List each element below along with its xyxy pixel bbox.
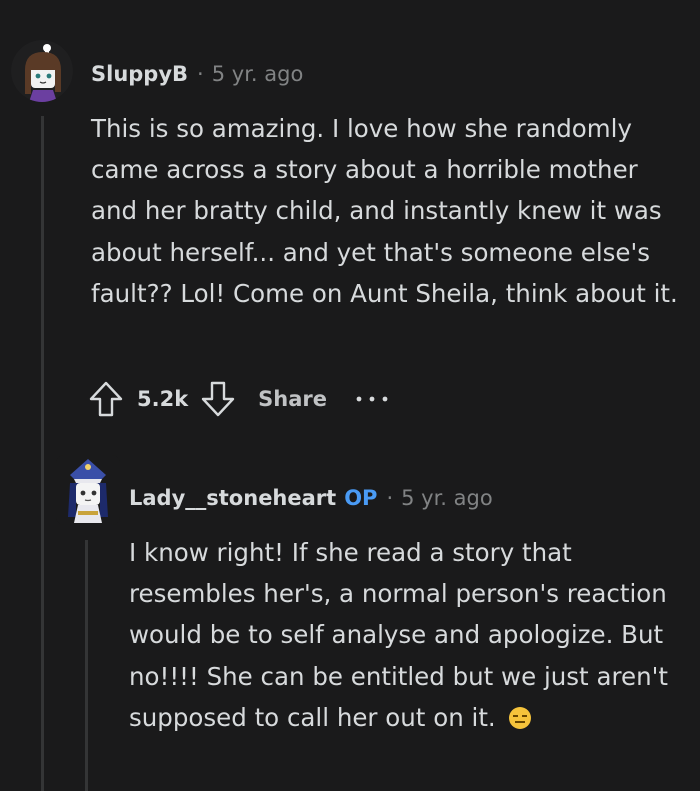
comment-meta: SluppyB · 5 yr. ago [91,62,303,86]
downvote-icon [201,381,235,417]
avatar[interactable] [11,40,73,102]
thread-line-reply[interactable] [85,540,88,791]
comment-text: I know right! If she read a story that r… [129,532,669,742]
comment-text-content: I know right! If she read a story that r… [129,538,668,732]
share-button[interactable]: Share [258,387,327,411]
separator-dot: · [386,486,394,510]
upvote-button[interactable] [88,380,124,418]
author-name[interactable]: Lady__stoneheart [129,486,336,510]
comment-text: This is so amazing. I love how she rando… [91,114,678,308]
comment-actions: 5.2k Share [88,380,389,418]
vote-score: 5.2k [137,387,189,411]
separator-dot: · [197,62,204,86]
upvote-icon [89,381,123,417]
expressionless-face-emoji [508,701,532,742]
timestamp[interactable]: 5 yr. ago [212,62,304,86]
comment-body: I know right! If she read a story that r… [129,532,669,742]
thread-line[interactable] [41,116,44,791]
author-name[interactable]: SluppyB [91,62,188,86]
comment-meta: Lady__stoneheart OP · 5 yr. ago [129,486,493,510]
avatar[interactable] [56,455,120,525]
downvote-button[interactable] [200,380,236,418]
op-badge: OP [344,486,378,510]
timestamp[interactable]: 5 yr. ago [401,486,493,510]
more-options-button[interactable] [355,393,389,405]
comment-body: This is so amazing. I love how she rando… [91,108,681,314]
more-options-icon [356,396,388,402]
